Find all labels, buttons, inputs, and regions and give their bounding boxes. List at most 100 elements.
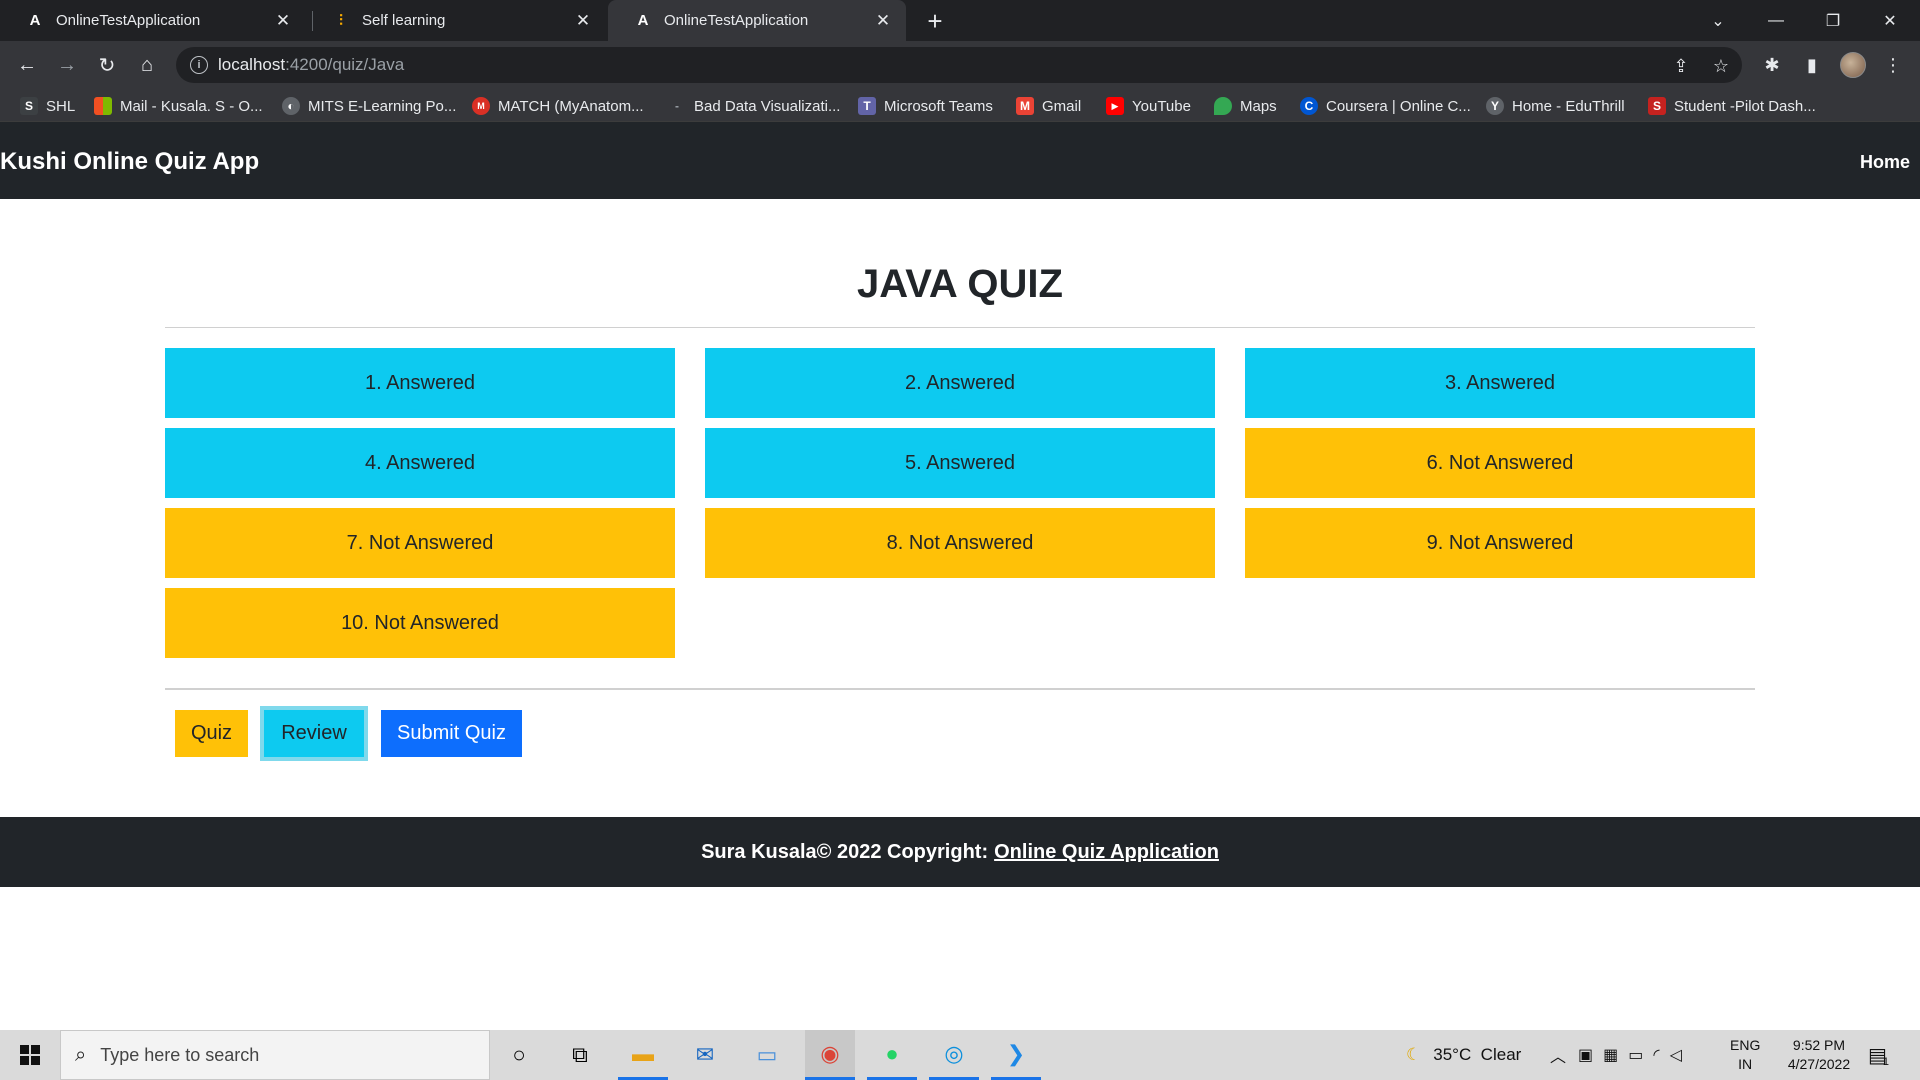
shl-icon: S <box>20 97 38 115</box>
search-icon: ⌕ <box>75 1043 87 1066</box>
gmail-icon: M <box>1016 97 1034 115</box>
tab-title: OnlineTestApplication <box>56 12 201 29</box>
question-button-2[interactable]: 2. Answered <box>705 348 1215 418</box>
chart-bars-icon: ⫶ <box>339 12 343 29</box>
browser-tab-3-active[interactable]: A OnlineTestApplication ✕ <box>608 0 906 41</box>
review-button[interactable]: Review <box>264 710 364 757</box>
bookmark-youtube[interactable]: ▶ YouTube <box>1106 95 1191 117</box>
back-arrow-icon[interactable]: ← <box>12 50 42 80</box>
laptop-icon[interactable]: ▭ <box>742 1030 792 1080</box>
app-navbar: Kushi Online Quiz App Home <box>0 122 1920 199</box>
tab-title: OnlineTestApplication <box>664 12 809 29</box>
meet-icon[interactable]: ▣ <box>1578 1045 1593 1065</box>
close-icon[interactable]: ✕ <box>572 10 594 32</box>
info-icon[interactable]: i <box>190 56 208 74</box>
tray-icons: ︿ ▣ ▦ ▭ ◜ ◁ <box>1550 1030 1682 1080</box>
question-button-8[interactable]: 8. Not Answered <box>705 508 1215 578</box>
chrome-icon[interactable]: ◉ <box>805 1030 855 1080</box>
bookmark-mail[interactable]: Mail - Kusala. S - O... <box>94 95 263 117</box>
question-button-1[interactable]: 1. Answered <box>165 348 675 418</box>
footer-copyright: Sura Kusala© 2022 Copyright: <box>701 840 989 863</box>
submit-quiz-button[interactable]: Submit Quiz <box>381 710 522 757</box>
reload-icon[interactable]: ↻ <box>92 50 122 80</box>
clock[interactable]: 9:52 PM 4/27/2022 <box>1774 1036 1864 1074</box>
cortana-icon[interactable]: ○ <box>494 1030 544 1080</box>
browser-tab-strip: A OnlineTestApplication ✕ ⫶ Self learnin… <box>0 0 1920 41</box>
bookmark-student[interactable]: S Student -Pilot Dash... <box>1648 95 1816 117</box>
mail-icon[interactable]: ✉ <box>680 1030 730 1080</box>
angular-icon: A <box>29 12 41 29</box>
nav-home-link[interactable]: Home <box>1860 152 1910 173</box>
app-footer: Sura Kusala© 2022 Copyright: Online Quiz… <box>0 817 1920 887</box>
minimize-icon[interactable]: — <box>1748 0 1804 41</box>
dash-icon: - <box>675 99 679 113</box>
youtube-icon: ▶ <box>1106 97 1124 115</box>
globe-icon: ◐ <box>282 97 300 115</box>
file-explorer-icon[interactable]: ▬ <box>618 1030 668 1080</box>
coursera-icon: C <box>1300 97 1318 115</box>
bookmark-bad-data[interactable]: - Bad Data Visualizati... <box>668 95 840 117</box>
security-icon[interactable]: ▦ <box>1603 1045 1618 1065</box>
profile-avatar[interactable] <box>1840 52 1866 78</box>
extensions-icon[interactable]: ✱ <box>1757 50 1787 80</box>
home-icon[interactable]: ⌂ <box>132 50 162 80</box>
browser-tab-2[interactable]: ⫶ Self learning ✕ <box>306 0 606 41</box>
whatsapp-icon[interactable]: ● <box>867 1030 917 1080</box>
bookmarks-bar: S SHL Mail - Kusala. S - O... ◐ MITS E-Lea… <box>0 89 1920 122</box>
windows-logo-icon <box>20 1045 40 1065</box>
windows-taskbar: ⌕ Type here to search ○ ⧉ ▬ ✉ ▭ ◉ ● ◎ ❯ … <box>0 1030 1920 1080</box>
question-button-5[interactable]: 5. Answered <box>705 428 1215 498</box>
task-view-icon[interactable]: ⧉ <box>555 1030 605 1080</box>
notification-center-icon[interactable]: ▤ 1 <box>1868 1030 1889 1080</box>
bookmark-shl[interactable]: S SHL <box>20 95 75 117</box>
browser-tab-1[interactable]: A OnlineTestApplication ✕ <box>0 0 306 41</box>
question-button-6[interactable]: 6. Not Answered <box>1245 428 1755 498</box>
star-icon[interactable]: ☆ <box>1710 55 1732 77</box>
forward-arrow-icon[interactable]: → <box>52 50 82 80</box>
close-icon[interactable]: ✕ <box>272 10 294 32</box>
student-icon: S <box>1648 97 1666 115</box>
weather-widget[interactable]: ☾ 35°C Clear <box>1406 1030 1521 1080</box>
share-icon[interactable]: ⇪ <box>1670 55 1692 77</box>
question-button-3[interactable]: 3. Answered <box>1245 348 1755 418</box>
menu-dots-icon[interactable]: ⋮ <box>1878 50 1908 80</box>
question-button-7[interactable]: 7. Not Answered <box>165 508 675 578</box>
tab-search-icon[interactable]: ⌄ <box>1690 0 1746 41</box>
footer-link[interactable]: Online Quiz Application <box>994 841 1219 864</box>
vscode-icon[interactable]: ❯ <box>991 1030 1041 1080</box>
quiz-button[interactable]: Quiz <box>175 710 248 757</box>
window-close-icon[interactable]: ✕ <box>1862 0 1918 41</box>
close-icon[interactable]: ✕ <box>872 10 894 32</box>
bookmark-gmail[interactable]: M Gmail <box>1016 95 1081 117</box>
bookmark-maps[interactable]: Maps <box>1214 95 1277 117</box>
question-button-9[interactable]: 9. Not Answered <box>1245 508 1755 578</box>
volume-icon[interactable]: ◁ <box>1670 1045 1682 1065</box>
start-button[interactable] <box>0 1030 60 1080</box>
bookmark-mits[interactable]: ◐ MITS E-Learning Po... <box>282 95 456 117</box>
search-placeholder: Type here to search <box>100 1044 260 1065</box>
tab-title: Self learning <box>362 12 446 29</box>
question-button-4[interactable]: 4. Answered <box>165 428 675 498</box>
url-text[interactable]: localhost:4200/quiz/Java <box>218 55 404 75</box>
bookmark-eduthrill[interactable]: Y Home - EduThrill <box>1486 95 1625 117</box>
question-button-10[interactable]: 10. Not Answered <box>165 588 675 658</box>
battery-icon[interactable]: ▭ <box>1628 1045 1643 1065</box>
angular-icon: A <box>637 12 649 29</box>
taskbar-search-box[interactable]: ⌕ Type here to search <box>60 1030 490 1080</box>
chevron-up-icon[interactable]: ︿ <box>1550 1043 1566 1067</box>
new-tab-button[interactable]: + <box>920 6 950 36</box>
bookmark-coursera[interactable]: C Coursera | Online C... <box>1300 95 1471 117</box>
restore-icon[interactable]: ❐ <box>1805 0 1861 41</box>
bookmark-teams[interactable]: T Microsoft Teams <box>858 95 993 117</box>
wifi-icon[interactable]: ◜ <box>1653 1045 1659 1065</box>
edge-icon[interactable]: ◎ <box>929 1030 979 1080</box>
side-panel-icon[interactable]: ▮ <box>1797 50 1827 80</box>
address-bar[interactable]: i localhost:4200/quiz/Java ⇪ ☆ <box>176 47 1742 83</box>
app-brand[interactable]: Kushi Online Quiz App <box>0 148 259 176</box>
language-indicator[interactable]: ENG IN <box>1730 1036 1760 1074</box>
bookmark-match[interactable]: M MATCH (MyAnatom... <box>472 95 644 117</box>
divider <box>165 327 1755 328</box>
browser-toolbar: ← → ↻ ⌂ i localhost:4200/quiz/Java ⇪ ☆ ✱… <box>0 41 1920 89</box>
weather-text: 35°C Clear <box>1433 1045 1522 1064</box>
match-icon: M <box>472 97 490 115</box>
